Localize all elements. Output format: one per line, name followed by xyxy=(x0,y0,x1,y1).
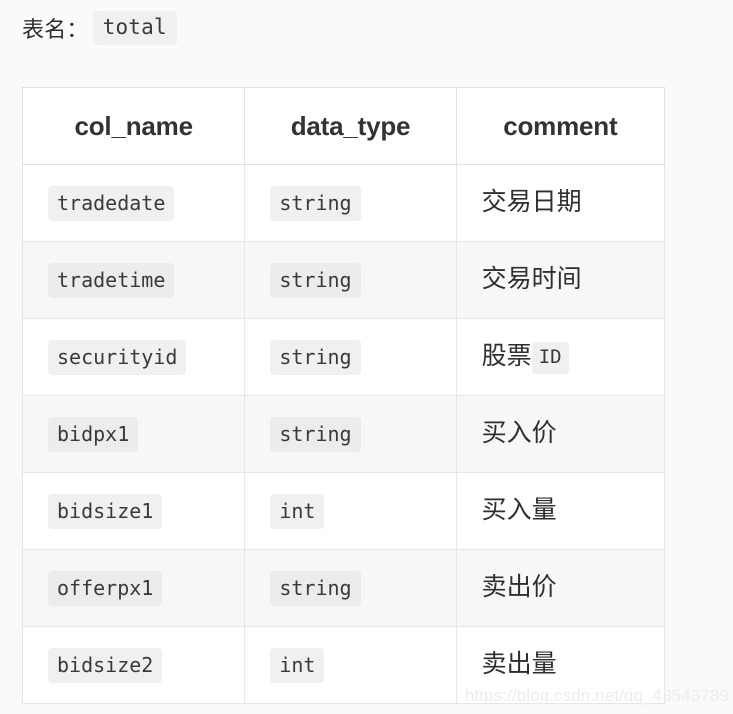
cell-comment: 买入量 xyxy=(455,472,666,550)
col-name-code-badge: bidpx1 xyxy=(48,416,139,452)
data-type-code-badge: int xyxy=(270,493,325,529)
comment-text: 交易时间 xyxy=(481,265,582,294)
schema-table-head: col_name data_type comment xyxy=(21,87,666,165)
cell-col-name: offerpx1 xyxy=(21,549,246,627)
col-name-code-badge: securityid xyxy=(48,339,187,375)
cell-data-type: string xyxy=(244,395,457,473)
cell-col-name: securityid xyxy=(21,318,246,396)
data-type-code-badge: string xyxy=(270,185,361,221)
table-name-label: 表名： xyxy=(22,17,89,42)
cell-data-type: string xyxy=(244,549,457,627)
table-row: tradetime string 交易时间 xyxy=(21,241,666,319)
comment-text: 交易日期 xyxy=(481,188,582,217)
comment-code-badge: ID xyxy=(531,342,569,374)
schema-table-container: col_name data_type comment tradedate stri… xyxy=(21,87,666,704)
cell-comment: 交易日期 xyxy=(455,164,666,242)
cell-col-name: bidpx1 xyxy=(21,395,246,473)
table-row: tradedate string 交易日期 xyxy=(21,164,666,242)
data-type-code-badge: string xyxy=(270,416,361,452)
col-name-code-badge: offerpx1 xyxy=(48,570,163,606)
schema-table-body: tradedate string 交易日期 tradetime string 交易时间 se… xyxy=(21,164,666,704)
table-row: offerpx1 string 卖出价 xyxy=(21,549,666,627)
cell-col-name: tradedate xyxy=(21,164,246,242)
cell-comment: 股票 ID xyxy=(455,318,666,396)
column-header-col-name: col_name xyxy=(21,87,246,165)
cell-col-name: tradetime xyxy=(21,241,246,319)
cell-comment: 卖出量 xyxy=(455,626,666,704)
data-type-code-badge: string xyxy=(270,339,361,375)
schema-table: col_name data_type comment tradedate stri… xyxy=(21,87,666,704)
data-type-code-badge: string xyxy=(270,262,361,298)
table-name-heading: 表名： total xyxy=(22,8,177,48)
table-row: securityid string 股票 ID xyxy=(21,318,666,396)
table-row: bidsize2 int 卖出量 xyxy=(21,626,666,704)
col-name-code-badge: bidsize1 xyxy=(48,493,163,529)
col-name-code-badge: tradetime xyxy=(48,262,175,298)
cell-data-type: int xyxy=(244,626,457,704)
cell-data-type: int xyxy=(244,472,457,550)
cell-data-type: string xyxy=(244,164,457,242)
cell-data-type: string xyxy=(244,318,457,396)
table-row: bidsize1 int 买入量 xyxy=(21,472,666,550)
comment-text: 股票 xyxy=(481,342,532,371)
col-name-code-badge: tradedate xyxy=(48,185,175,221)
table-row: bidpx1 string 买入价 xyxy=(21,395,666,473)
table-name-code-badge: total xyxy=(92,10,177,46)
cell-col-name: bidsize1 xyxy=(21,472,246,550)
cell-comment: 交易时间 xyxy=(455,241,666,319)
comment-text: 买入量 xyxy=(481,496,557,525)
data-type-code-badge: string xyxy=(270,570,361,606)
cell-col-name: bidsize2 xyxy=(21,626,246,704)
comment-text: 卖出价 xyxy=(481,573,557,602)
comment-text: 买入价 xyxy=(481,419,557,448)
comment-text: 卖出量 xyxy=(481,650,557,679)
table-header-row: col_name data_type comment xyxy=(21,87,666,165)
data-type-code-badge: int xyxy=(270,647,325,683)
cell-comment: 卖出价 xyxy=(455,549,666,627)
column-header-comment: comment xyxy=(455,87,666,165)
col-name-code-badge: bidsize2 xyxy=(48,647,163,683)
column-header-data-type: data_type xyxy=(244,87,457,165)
cell-comment: 买入价 xyxy=(455,395,666,473)
cell-data-type: string xyxy=(244,241,457,319)
